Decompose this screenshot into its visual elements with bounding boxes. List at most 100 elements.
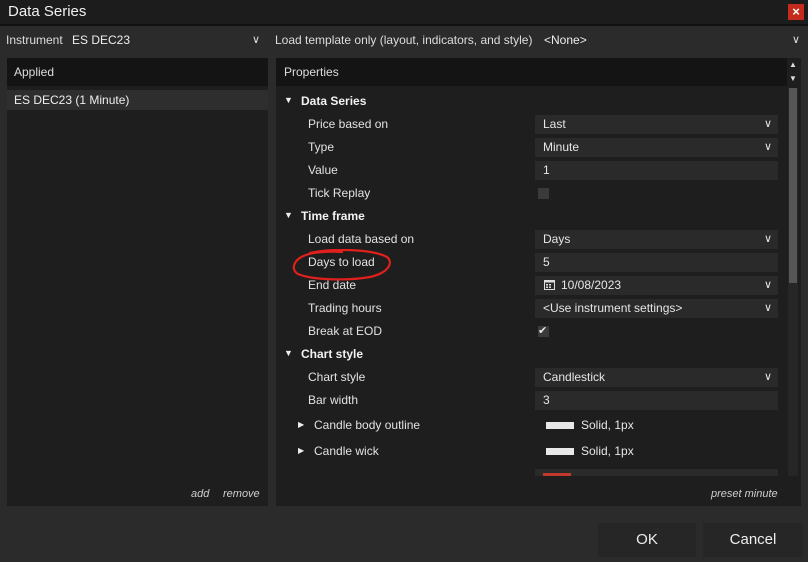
applied-header: Applied [7,58,268,86]
scroll-down-icon[interactable]: ▼ [789,74,797,83]
stroke-value: Solid, 1px [581,418,634,432]
collapse-triangle-icon[interactable]: ▼ [284,348,293,358]
applied-list-item[interactable]: ES DEC23 (1 Minute) [7,90,268,110]
property-label: Bar width [308,393,359,407]
property-row-cutoff [276,466,787,476]
trading-hours-dropdown[interactable]: <Use instrument settings> ∨ [535,299,778,318]
dropdown-value: Last [543,117,566,131]
instrument-label: Instrument [6,33,63,47]
property-row-tick-replay: Tick Replay [276,182,787,205]
dropdown-value: Candlestick [543,370,606,384]
chevron-down-icon: ∨ [763,141,772,153]
property-label: Candle body outline [314,418,421,432]
chevron-down-icon: ∨ [763,279,772,291]
applied-item-label: ES DEC23 (1 Minute) [14,93,130,107]
collapse-triangle-icon[interactable]: ▼ [284,210,293,220]
stroke-value: Solid, 1px [581,444,634,458]
property-label: Candle wick [314,444,379,458]
applied-title: Applied [14,65,55,79]
property-row-value: Value 1 [276,159,787,182]
bar-width-input[interactable]: 3 [535,391,778,410]
chevron-down-icon: ∨ [763,233,772,245]
category-label: Time frame [301,209,365,223]
scroll-up-icon[interactable]: ▲ [789,60,797,69]
property-label: Value [308,163,338,177]
property-label: Type [308,140,335,154]
input-value: 5 [543,255,550,269]
expand-triangle-icon[interactable]: ▶ [298,420,304,429]
type-dropdown[interactable]: Minute ∨ [535,138,778,157]
tick-replay-checkbox[interactable] [538,188,549,199]
chevron-down-icon: ∨ [763,371,772,383]
dropdown-value: Days [543,232,571,246]
title-divider [0,24,808,26]
close-icon[interactable]: × [788,4,804,20]
checkmark-icon: ✔ [538,325,548,337]
cancel-label: Cancel [729,531,777,548]
dropdown-value: Minute [543,140,580,154]
chevron-down-icon: ∨ [791,34,800,46]
template-select[interactable]: <None> ∨ [532,30,806,50]
property-row-candle-body-outline[interactable]: ▶ Candle body outline Solid, 1px [276,414,787,437]
date-value: 10/08/2023 [561,278,622,292]
property-row-trading-hours: Trading hours <Use instrument settings> … [276,297,787,320]
properties-title: Properties [284,65,339,79]
chart-style-dropdown[interactable]: Candlestick ∨ [535,368,778,387]
category-chart-style[interactable]: ▼ Chart style [276,343,787,366]
ok-button[interactable]: OK [598,523,696,557]
cutoff-value-box [535,469,778,476]
load-data-based-on-dropdown[interactable]: Days ∨ [535,230,778,249]
cancel-button[interactable]: Cancel [703,523,803,557]
preset-link[interactable]: preset minute [711,488,778,500]
template-label: Load template only (layout, indicators, … [275,33,533,47]
property-label: Load data based on [308,232,415,246]
expand-triangle-icon[interactable]: ▶ [298,446,304,455]
window-title: Data Series [8,3,87,20]
property-label: Tick Replay [308,186,371,200]
dropdown-value: <Use instrument settings> [543,301,683,315]
property-row-type: Type Minute ∨ [276,136,787,159]
scrollbar-thumb[interactable] [789,88,797,283]
category-label: Data Series [301,94,367,108]
properties-header: Properties [276,58,787,86]
category-time-frame[interactable]: ▼ Time frame [276,205,787,228]
property-row-bar-width: Bar width 3 [276,389,787,412]
instrument-value: ES DEC23 [72,33,131,47]
break-at-eod-checkbox[interactable]: ✔ [538,325,549,337]
chevron-down-icon: ∨ [251,34,260,46]
value-input[interactable]: 1 [535,161,778,180]
instrument-select[interactable]: ES DEC23 ∨ [66,30,266,50]
stroke-swatch [546,448,574,455]
property-row-break-at-eod: Break at EOD ✔ [276,320,787,343]
template-value: <None> [544,33,587,47]
applied-panel: Applied ES DEC23 (1 Minute) add remove [7,58,268,506]
property-grid: ▼ Data Series Price based on Last ∨ Type… [276,88,787,476]
annotation-circle [292,249,391,281]
category-data-series[interactable]: ▼ Data Series [276,90,787,113]
properties-panel: Properties ▲ ▼ ▼ Data Series Price based… [276,58,801,506]
days-to-load-input[interactable]: 5 [535,253,778,272]
color-swatch [543,473,571,476]
property-row-candle-wick[interactable]: ▶ Candle wick Solid, 1px [276,440,787,463]
property-row-chart-style: Chart style Candlestick ∨ [276,366,787,389]
ok-label: OK [636,531,658,548]
input-value: 3 [543,393,550,407]
vertical-scrollbar[interactable] [788,88,798,476]
chevron-down-icon: ∨ [763,118,772,130]
title-bar: Data Series × [0,0,808,24]
property-label: Break at EOD [308,324,383,338]
stroke-swatch [546,422,574,429]
calendar-icon [544,280,555,290]
remove-link[interactable]: remove [223,488,260,500]
property-label: Price based on [308,117,389,131]
property-row-price-based-on: Price based on Last ∨ [276,113,787,136]
price-based-on-dropdown[interactable]: Last ∨ [535,115,778,134]
chevron-down-icon: ∨ [763,302,772,314]
property-row-load-data-based-on: Load data based on Days ∨ [276,228,787,251]
input-value: 1 [543,163,550,177]
end-date-picker[interactable]: 10/08/2023 ∨ [535,276,778,295]
property-label: Trading hours [308,301,382,315]
collapse-triangle-icon[interactable]: ▼ [284,95,293,105]
add-link[interactable]: add [191,488,209,500]
category-label: Chart style [301,347,364,361]
